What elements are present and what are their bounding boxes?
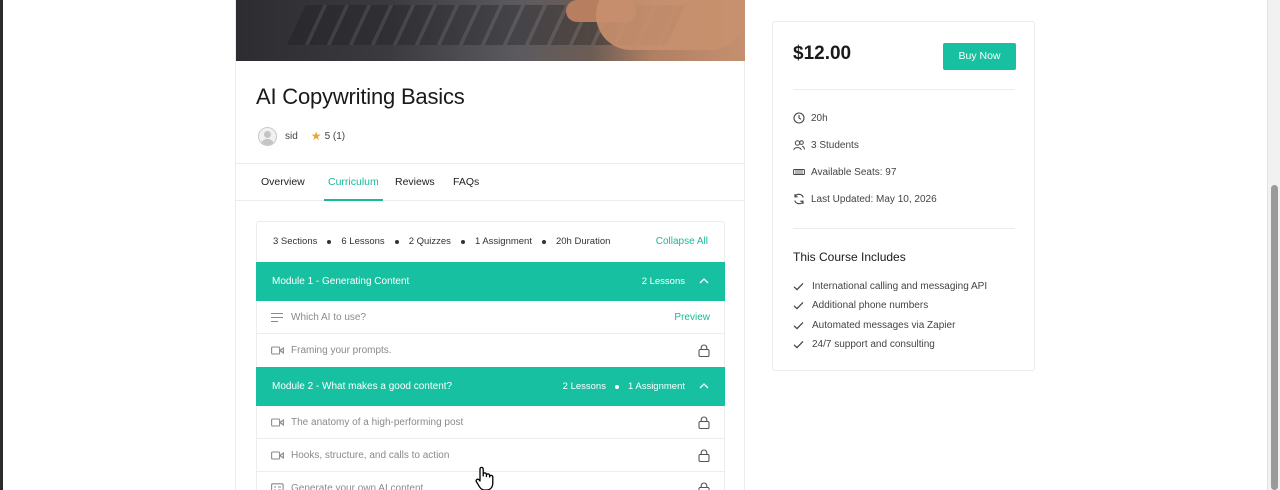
preview-link[interactable]: Preview bbox=[674, 301, 710, 334]
meta-students: 3 Students bbox=[793, 137, 859, 153]
tab-overview[interactable]: Overview bbox=[261, 164, 305, 201]
include-text: Automated messages via Zapier bbox=[812, 319, 956, 331]
lock-icon bbox=[698, 482, 710, 490]
scrollbar-thumb[interactable] bbox=[1271, 185, 1278, 490]
lock-icon bbox=[698, 449, 710, 462]
lesson-row[interactable]: Framing your prompts. bbox=[257, 334, 724, 367]
check-icon bbox=[793, 301, 804, 309]
module-meta: 2 Lessons bbox=[642, 262, 685, 301]
star-icon: ★ bbox=[310, 129, 322, 143]
lock-icon bbox=[698, 344, 710, 357]
duration-text: 20h bbox=[811, 112, 828, 124]
page-viewport: AI Copywriting Basics sid ★ 5 (1) Overvi… bbox=[3, 0, 1267, 490]
chevron-up-icon[interactable] bbox=[699, 381, 709, 391]
include-text: 24/7 support and consulting bbox=[812, 338, 935, 350]
module-lesson-count: 2 Lessons bbox=[641, 276, 685, 287]
check-icon bbox=[793, 321, 804, 329]
video-icon bbox=[271, 418, 284, 427]
meta-updated: Last Updated: May 10, 2026 bbox=[793, 191, 937, 207]
include-text: Additional phone numbers bbox=[812, 299, 929, 311]
lesson-row[interactable]: Which AI to use? Preview bbox=[257, 301, 724, 334]
lesson-title: Framing your prompts. bbox=[291, 345, 392, 356]
module-assignment-count: 1 Assignment bbox=[627, 381, 685, 392]
module-header-1[interactable]: Module 1 - Generating Content 2 Lessons bbox=[256, 262, 725, 301]
lesson-title: Which AI to use? bbox=[291, 312, 367, 323]
divider bbox=[793, 228, 1015, 229]
seats-text: Available Seats: 97 bbox=[811, 166, 897, 178]
chevron-up-icon[interactable] bbox=[699, 276, 709, 286]
summary-lessons: 6 Lessons bbox=[341, 236, 385, 247]
lock-icon bbox=[698, 416, 710, 429]
clock-icon bbox=[793, 112, 805, 124]
curriculum-summary: 3 Sections 6 Lessons 2 Quizzes 1 Assignm… bbox=[273, 222, 610, 261]
module-title: Module 2 - What makes a good content? bbox=[272, 381, 453, 392]
summary-assignments: 1 Assignment bbox=[474, 236, 532, 247]
module-lesson-count: 2 Lessons bbox=[562, 381, 606, 392]
updated-text: Last Updated: May 10, 2026 bbox=[811, 193, 937, 205]
include-text: International calling and messaging API bbox=[812, 280, 988, 292]
include-item: Additional phone numbers bbox=[793, 298, 928, 312]
include-item: Automated messages via Zapier bbox=[793, 318, 955, 332]
rating-value: 5 (1) bbox=[324, 130, 346, 142]
meta-duration: 20h bbox=[793, 110, 828, 126]
includes-title: This Course Includes bbox=[793, 250, 906, 264]
check-icon bbox=[793, 340, 804, 348]
divider bbox=[793, 89, 1015, 90]
summary-duration: 20h Duration bbox=[555, 236, 611, 247]
tab-curriculum[interactable]: Curriculum bbox=[324, 164, 383, 201]
author-row: sid ★ 5 (1) bbox=[258, 126, 345, 146]
page-scrollbar[interactable] bbox=[1267, 0, 1280, 490]
video-icon bbox=[271, 451, 284, 460]
module-meta: 2 Lessons 1 Assignment bbox=[563, 367, 685, 406]
collapse-all-button[interactable]: Collapse All bbox=[656, 222, 708, 261]
check-icon bbox=[793, 282, 804, 290]
course-tabs: Overview Curriculum Reviews FAQs bbox=[236, 163, 745, 201]
include-item: International calling and messaging API bbox=[793, 279, 987, 293]
video-icon bbox=[271, 346, 284, 355]
course-title: AI Copywriting Basics bbox=[256, 84, 465, 109]
users-icon bbox=[793, 140, 805, 151]
course-price: $12.00 bbox=[793, 43, 852, 64]
lesson-row[interactable]: The anatomy of a high-performing post bbox=[257, 406, 724, 439]
tab-faqs[interactable]: FAQs bbox=[453, 164, 479, 201]
curriculum-panel: 3 Sections 6 Lessons 2 Quizzes 1 Assignm… bbox=[256, 221, 725, 490]
author-name[interactable]: sid bbox=[285, 131, 298, 142]
course-hero-image bbox=[236, 0, 745, 61]
meta-seats: Available Seats: 97 bbox=[793, 164, 896, 180]
text-lines-icon bbox=[271, 312, 283, 323]
hand-cursor-icon bbox=[475, 466, 494, 490]
lesson-title: Hooks, structure, and calls to action bbox=[291, 450, 450, 461]
students-text: 3 Students bbox=[811, 139, 859, 151]
include-item: 24/7 support and consulting bbox=[793, 337, 935, 351]
buy-now-button[interactable]: Buy Now bbox=[943, 43, 1016, 70]
summary-sections: 3 Sections bbox=[273, 236, 318, 247]
lesson-title: Generate your own AI content bbox=[291, 483, 424, 490]
assignment-icon bbox=[271, 483, 284, 490]
pricing-card: $12.00 Buy Now 20h 3 Students Available … bbox=[772, 21, 1035, 371]
refresh-icon bbox=[794, 193, 804, 205]
course-main-card: AI Copywriting Basics sid ★ 5 (1) Overvi… bbox=[235, 0, 745, 490]
seats-icon bbox=[793, 169, 805, 175]
lesson-title: The anatomy of a high-performing post bbox=[291, 417, 464, 428]
tab-reviews[interactable]: Reviews bbox=[395, 164, 435, 201]
summary-quizzes: 2 Quizzes bbox=[408, 236, 451, 247]
avatar[interactable] bbox=[258, 126, 277, 146]
module-header-2[interactable]: Module 2 - What makes a good content? 2 … bbox=[256, 367, 725, 406]
module-title: Module 1 - Generating Content bbox=[272, 276, 410, 287]
